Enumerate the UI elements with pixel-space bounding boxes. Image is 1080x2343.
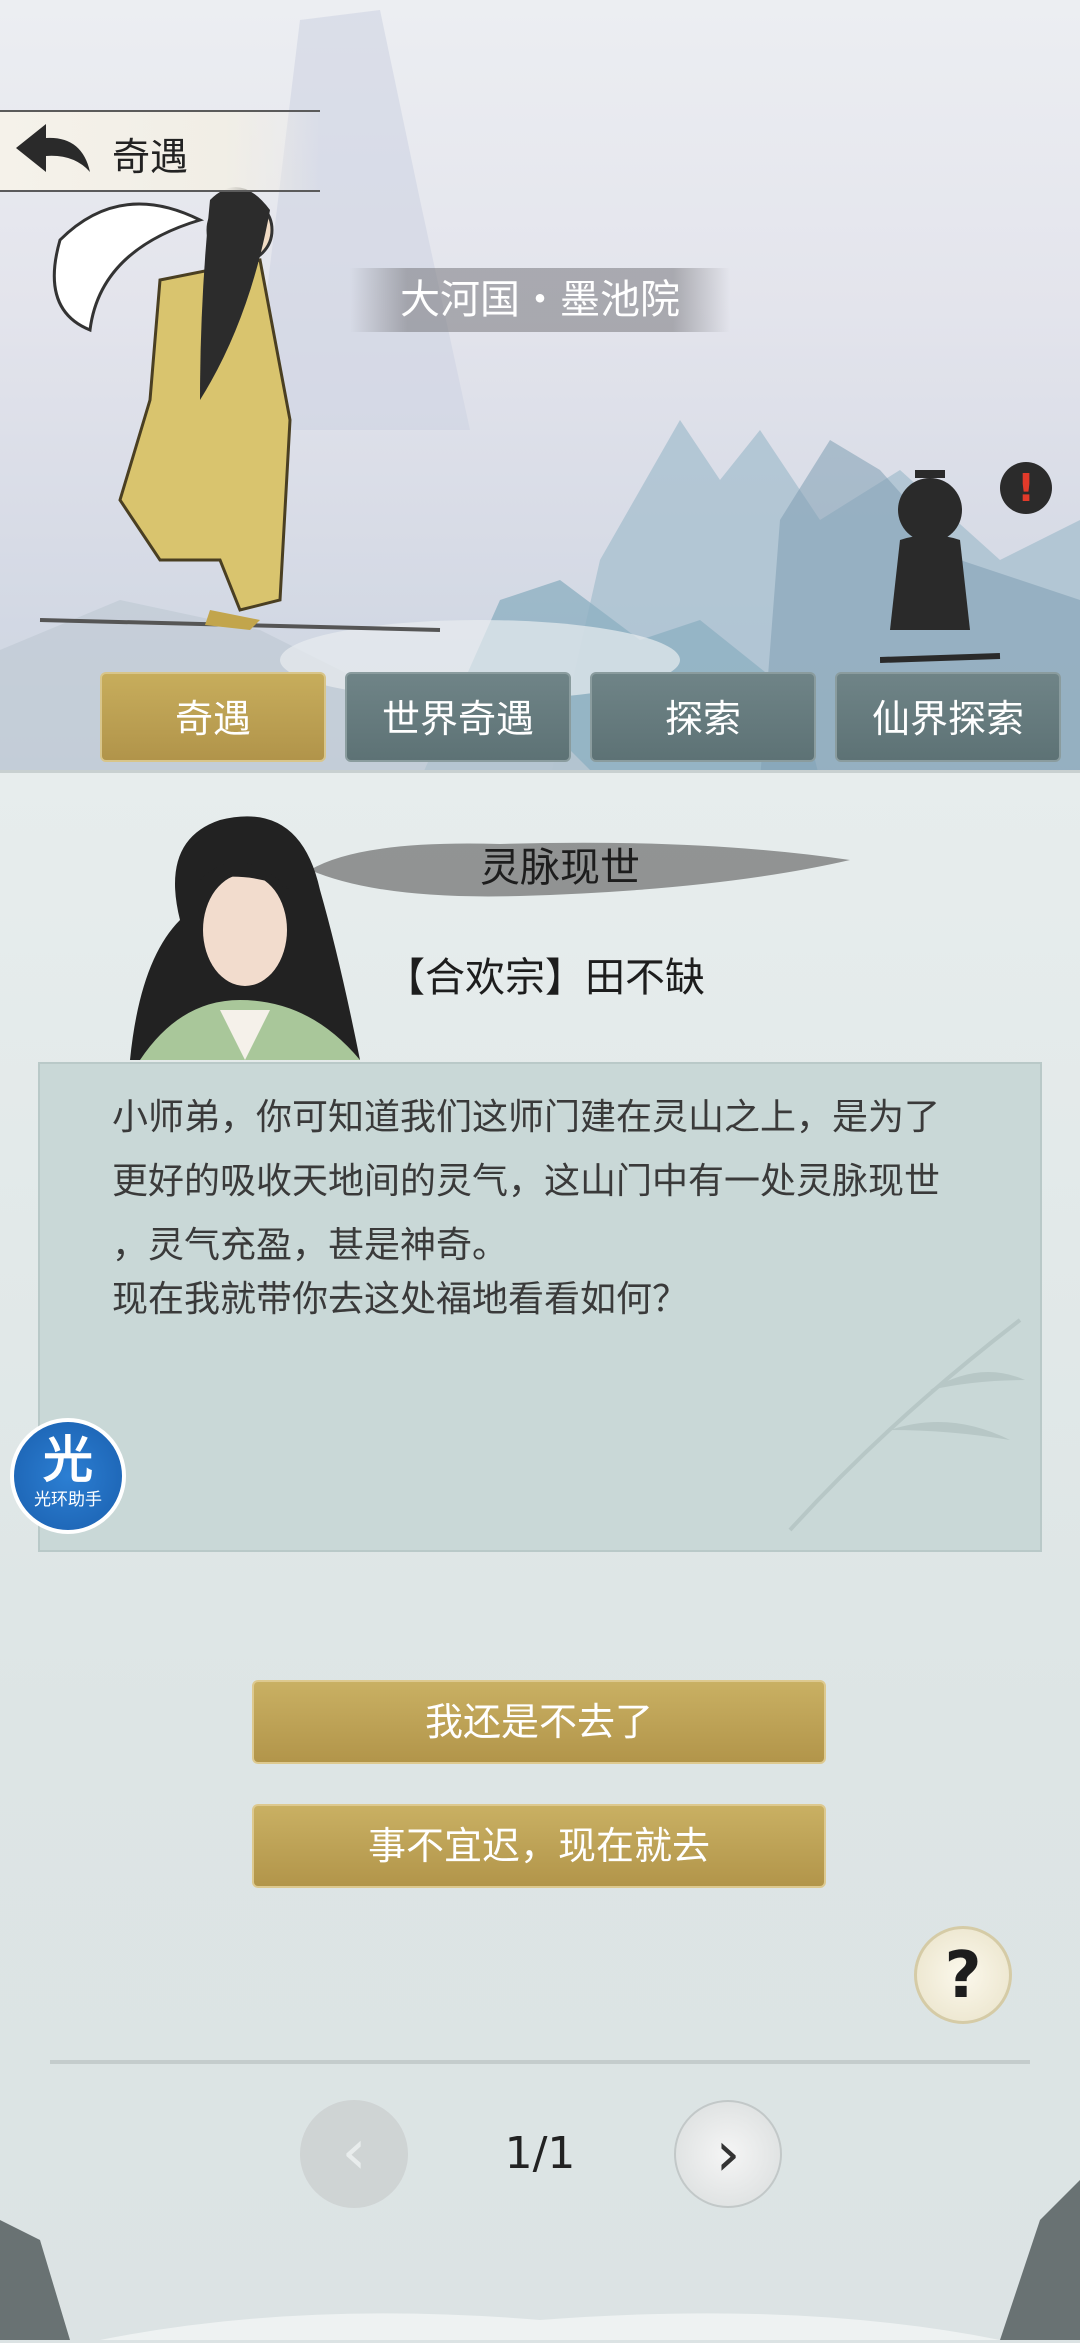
npc-silhouette[interactable] — [879, 460, 1010, 674]
tab-encounter[interactable]: 奇遇 — [100, 672, 326, 762]
bamboo-decoration — [788, 1318, 1025, 1532]
back-button[interactable] — [12, 120, 94, 180]
scene-background: 奇遇 大河国・墨池院 ! 奇遇 世界奇遇 探索 仙界探索 — [0, 0, 1080, 780]
tab-immortal-explore[interactable]: 仙界探索 — [835, 672, 1061, 762]
event-title: 灵脉现世 — [480, 845, 640, 891]
helper-app-icon[interactable]: 光 光环助手 — [10, 1418, 126, 1534]
accept-button[interactable]: 事不宜迟，现在就去 — [252, 1804, 826, 1888]
question-icon: ? — [944, 1939, 982, 2013]
tab-world-encounter[interactable]: 世界奇遇 — [345, 672, 571, 762]
decline-button[interactable]: 我还是不去了 — [252, 1680, 826, 1764]
chevron-left-icon: ‹ — [341, 2115, 367, 2188]
location-banner: 大河国・墨池院 — [350, 268, 730, 332]
dialog-line: ，灵气充盈，甚是神奇。 — [112, 1225, 509, 1266]
divider — [50, 2060, 1030, 2064]
npc-figure-icon — [879, 470, 1001, 663]
dialog-line: 现在我就带你去这处福地看看如何？ — [112, 1279, 689, 1320]
speaker-name: 【合欢宗】田不缺 — [385, 955, 705, 1001]
alert-badge-icon[interactable]: ! — [1000, 462, 1052, 514]
header-bar: 奇遇 — [0, 110, 320, 192]
helper-icon-label: 光环助手 — [34, 1490, 102, 1510]
dialog-line: 更好的吸收天地间的灵气，这山门中有一处灵脉现世 — [112, 1161, 941, 1202]
tab-explore[interactable]: 探索 — [590, 672, 816, 762]
tab-bar: 奇遇 世界奇遇 探索 仙界探索 — [100, 672, 1064, 764]
bottom-rocks-decoration — [0, 2180, 1080, 2340]
dialog-line: 小师弟，你可知道我们这师门建在灵山之上，是为了 — [112, 1097, 941, 1138]
page-title: 奇遇 — [112, 135, 189, 179]
help-button[interactable]: ? — [914, 1926, 1012, 2024]
page-indicator: 1/1 — [504, 2128, 576, 2179]
back-arrow-icon — [16, 124, 90, 172]
helper-icon-glyph: 光 — [43, 1431, 93, 1489]
